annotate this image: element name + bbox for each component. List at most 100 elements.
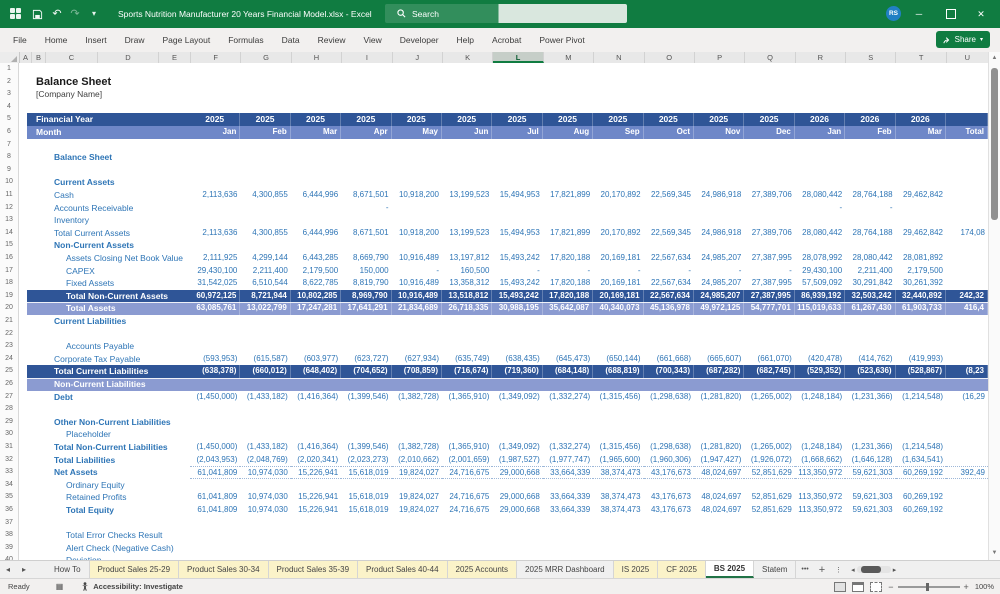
cell[interactable]: 30,261,392 <box>896 277 946 290</box>
cell[interactable] <box>593 202 643 215</box>
cell[interactable]: (1,332,274) <box>543 391 593 404</box>
cell[interactable]: 33,664,339 <box>543 491 593 504</box>
cell[interactable]: 52,851,629 <box>744 491 794 504</box>
cell[interactable]: 4,299,144 <box>240 252 290 265</box>
cell[interactable]: 8,969,790 <box>341 289 392 303</box>
row-label[interactable]: Financial Year <box>36 113 93 126</box>
cell[interactable]: (1,977,747) <box>543 454 593 467</box>
normal-view-icon[interactable] <box>834 581 847 592</box>
cell[interactable]: - <box>744 265 794 278</box>
cell[interactable]: 24,986,918 <box>694 189 744 202</box>
row-header-27[interactable]: 27 <box>0 390 19 404</box>
cell[interactable] <box>946 265 988 278</box>
cell[interactable]: 15,226,941 <box>291 504 341 517</box>
cell[interactable]: 4,300,855 <box>240 189 290 202</box>
cell[interactable]: 48,024,697 <box>694 504 744 517</box>
cell[interactable]: (2,048,769) <box>240 454 290 467</box>
row-header-34[interactable]: 34 <box>0 478 19 492</box>
cell[interactable]: 17,820,188 <box>543 289 594 303</box>
cell[interactable]: 54,777,701 <box>744 302 795 315</box>
row-header-13[interactable]: 13 <box>0 214 19 227</box>
sheet-tab-is-2025[interactable]: IS 2025 <box>613 561 659 578</box>
cell[interactable]: 35,642,087 <box>543 302 594 315</box>
cell[interactable]: 17,821,899 <box>543 189 593 202</box>
cell[interactable]: 8,669,790 <box>341 252 391 265</box>
cell[interactable]: 2026 <box>845 113 896 126</box>
cell[interactable]: - <box>492 265 542 278</box>
cell[interactable]: 10,916,489 <box>392 289 442 303</box>
cell[interactable]: 59,621,303 <box>845 491 895 504</box>
column-header-P[interactable]: P <box>695 52 746 63</box>
ribbon-tab-formulas[interactable]: Formulas <box>219 28 272 52</box>
row-label[interactable]: Month <box>36 126 62 139</box>
cell[interactable]: 2025 <box>341 113 392 126</box>
cell[interactable]: 33,664,339 <box>543 504 593 517</box>
cell[interactable]: Jan <box>190 126 241 139</box>
cell[interactable]: 19,824,027 <box>391 466 442 479</box>
cell[interactable]: 2,113,636 <box>190 189 240 202</box>
cell[interactable]: 49,972,125 <box>694 302 745 315</box>
cell[interactable]: 10,916,489 <box>392 277 442 290</box>
sheet-tab-product-sales-30-34[interactable]: Product Sales 30-34 <box>179 561 269 578</box>
row-label[interactable]: Debt <box>54 391 73 404</box>
cell[interactable]: Nov <box>694 126 745 139</box>
cell[interactable]: 20,169,181 <box>593 252 643 265</box>
ribbon-tab-draw[interactable]: Draw <box>116 28 154 52</box>
row-label[interactable]: Total Liabilities <box>54 454 115 467</box>
cell[interactable]: 59,621,303 <box>845 466 896 479</box>
cell[interactable]: 38,374,473 <box>593 504 643 517</box>
row-header-18[interactable]: 18 <box>0 277 19 290</box>
cell[interactable]: Feb <box>845 126 896 139</box>
sheet-tab-product-sales-40-44[interactable]: Product Sales 40-44 <box>358 561 448 578</box>
cell[interactable]: 86,939,192 <box>795 289 846 303</box>
cell[interactable]: (635,749) <box>442 353 492 366</box>
cell[interactable]: (665,607) <box>694 353 744 366</box>
cell[interactable]: Aug <box>543 126 594 139</box>
row-label[interactable]: Non-Current Assets <box>54 239 134 252</box>
row-header-26[interactable]: 26 <box>0 378 19 391</box>
cell[interactable]: (1,349,092) <box>492 391 542 404</box>
cell[interactable]: 10,802,285 <box>291 289 342 303</box>
cell[interactable]: 38,374,473 <box>593 491 643 504</box>
cell[interactable]: 27,389,706 <box>744 189 794 202</box>
cell[interactable]: 15,493,242 <box>492 289 543 303</box>
cell[interactable]: 15,618,019 <box>341 466 392 479</box>
cell[interactable]: 15,494,953 <box>492 189 542 202</box>
cell[interactable]: 31,542,025 <box>190 277 240 290</box>
cell[interactable]: (638,378) <box>190 365 241 378</box>
row-label[interactable]: Total Current Liabilities <box>54 365 148 378</box>
cell[interactable]: 2025 <box>190 113 241 126</box>
cell[interactable]: (1,433,182) <box>240 441 290 454</box>
cell[interactable]: (1,298,638) <box>644 441 694 454</box>
cell[interactable]: (1,281,820) <box>694 441 744 454</box>
row-header-21[interactable]: 21 <box>0 315 19 328</box>
row-header-22[interactable]: 22 <box>0 327 19 341</box>
cell[interactable]: 20,170,892 <box>593 227 643 240</box>
sheet-nav-left-icon[interactable]: ◂ <box>0 561 16 578</box>
cell[interactable]: (687,282) <box>694 365 745 378</box>
row-header-7[interactable]: 7 <box>0 138 19 152</box>
cell[interactable]: 24,716,675 <box>442 491 492 504</box>
cell[interactable]: (419,993) <box>896 353 946 366</box>
ribbon-tab-view[interactable]: View <box>355 28 391 52</box>
cell[interactable]: (1,450,000) <box>190 391 240 404</box>
row-label[interactable]: Cash <box>54 189 74 202</box>
cell[interactable]: Jun <box>442 126 493 139</box>
cell[interactable]: Dec <box>744 126 795 139</box>
row-label[interactable]: Placeholder <box>66 428 111 441</box>
cell[interactable]: 29,000,668 <box>492 504 542 517</box>
row-label[interactable]: [Company Name] <box>36 88 102 101</box>
cell[interactable] <box>442 202 492 215</box>
row-header-33[interactable]: 33 <box>0 466 19 479</box>
cell[interactable]: 150,000 <box>341 265 391 278</box>
cell[interactable]: 24,986,918 <box>694 227 744 240</box>
cell[interactable]: 59,621,303 <box>845 504 895 517</box>
cell[interactable] <box>946 454 988 467</box>
cell[interactable]: (1,399,546) <box>341 391 391 404</box>
cell[interactable]: (1,382,728) <box>392 441 442 454</box>
cell[interactable] <box>896 202 946 215</box>
row-label[interactable]: Total Non-Current Assets <box>66 290 168 303</box>
cell[interactable]: (661,668) <box>644 353 694 366</box>
cell[interactable]: Oct <box>644 126 694 139</box>
cell[interactable]: - <box>845 202 895 215</box>
